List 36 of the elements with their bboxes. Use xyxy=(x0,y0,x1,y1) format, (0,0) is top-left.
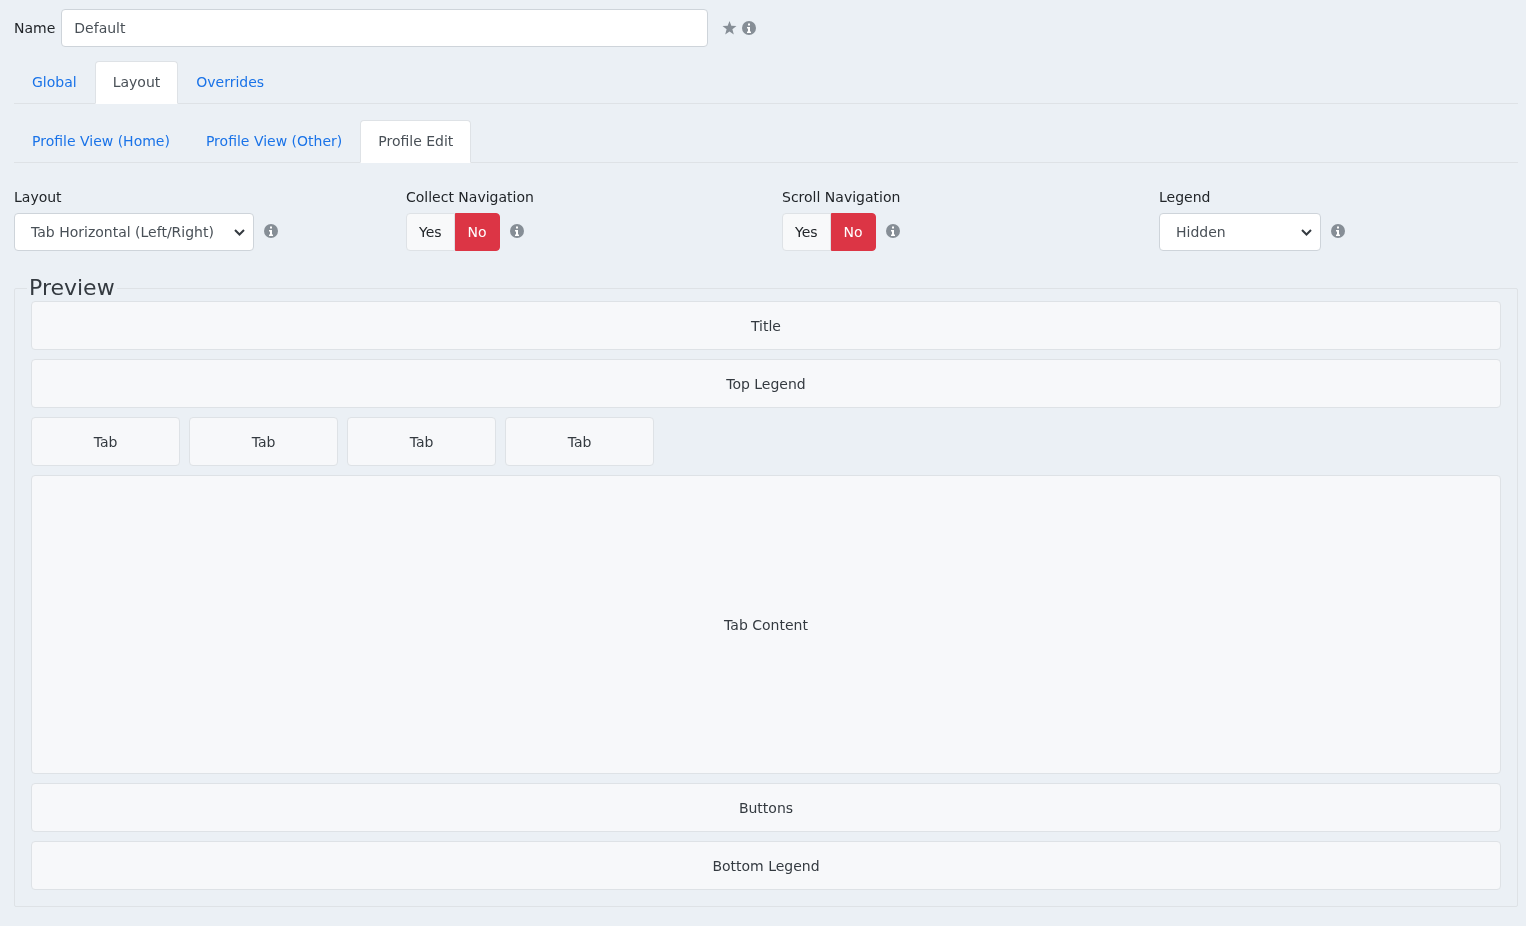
info-icon xyxy=(264,224,278,238)
block-label: Tab Content xyxy=(724,616,808,633)
tab[interactable]: Layout xyxy=(94,61,179,104)
toggle-button[interactable]: No xyxy=(830,213,876,251)
block-label: Tab xyxy=(567,433,592,450)
block-label: Tab xyxy=(251,433,276,450)
tab[interactable]: Profile View (Home) xyxy=(14,120,188,163)
info-icon xyxy=(509,224,524,238)
info-icon xyxy=(742,21,757,35)
field-label: Legend xyxy=(1159,189,1212,205)
tab[interactable]: Profile Edit xyxy=(360,120,472,163)
name-field[interactable]: Default xyxy=(61,9,709,47)
toggle-button[interactable]: No xyxy=(454,213,500,251)
toggle-button[interactable]: Yes xyxy=(406,213,455,251)
chevron-icon xyxy=(234,228,245,236)
field-label: Layout xyxy=(14,189,63,205)
field-label: Collect Navigation xyxy=(406,189,535,205)
toggle-button[interactable]: Yes xyxy=(782,213,831,251)
tab[interactable]: Profile View (Other) xyxy=(187,120,361,163)
dropdown[interactable]: Tab Horizontal (Left/Right) xyxy=(14,213,254,251)
chevron-icon xyxy=(1301,228,1312,236)
block-label: Buttons xyxy=(738,799,794,816)
tab[interactable]: Global xyxy=(14,61,95,104)
block-label: Bottom Legend xyxy=(712,857,820,874)
info-icon xyxy=(885,224,900,238)
info-icon xyxy=(1331,224,1345,238)
block-label: Tab xyxy=(93,433,118,450)
tab[interactable]: Overrides xyxy=(178,61,283,104)
block-label: Tab xyxy=(409,433,434,450)
block-label: Title xyxy=(751,317,781,334)
star-icon xyxy=(722,21,738,35)
name-label: Name xyxy=(14,20,56,36)
dropdown[interactable]: Hidden xyxy=(1159,213,1321,251)
block-label: Top Legend xyxy=(726,375,806,392)
preview-title: Preview xyxy=(28,275,116,301)
field-label: Scroll Navigation xyxy=(782,189,902,205)
